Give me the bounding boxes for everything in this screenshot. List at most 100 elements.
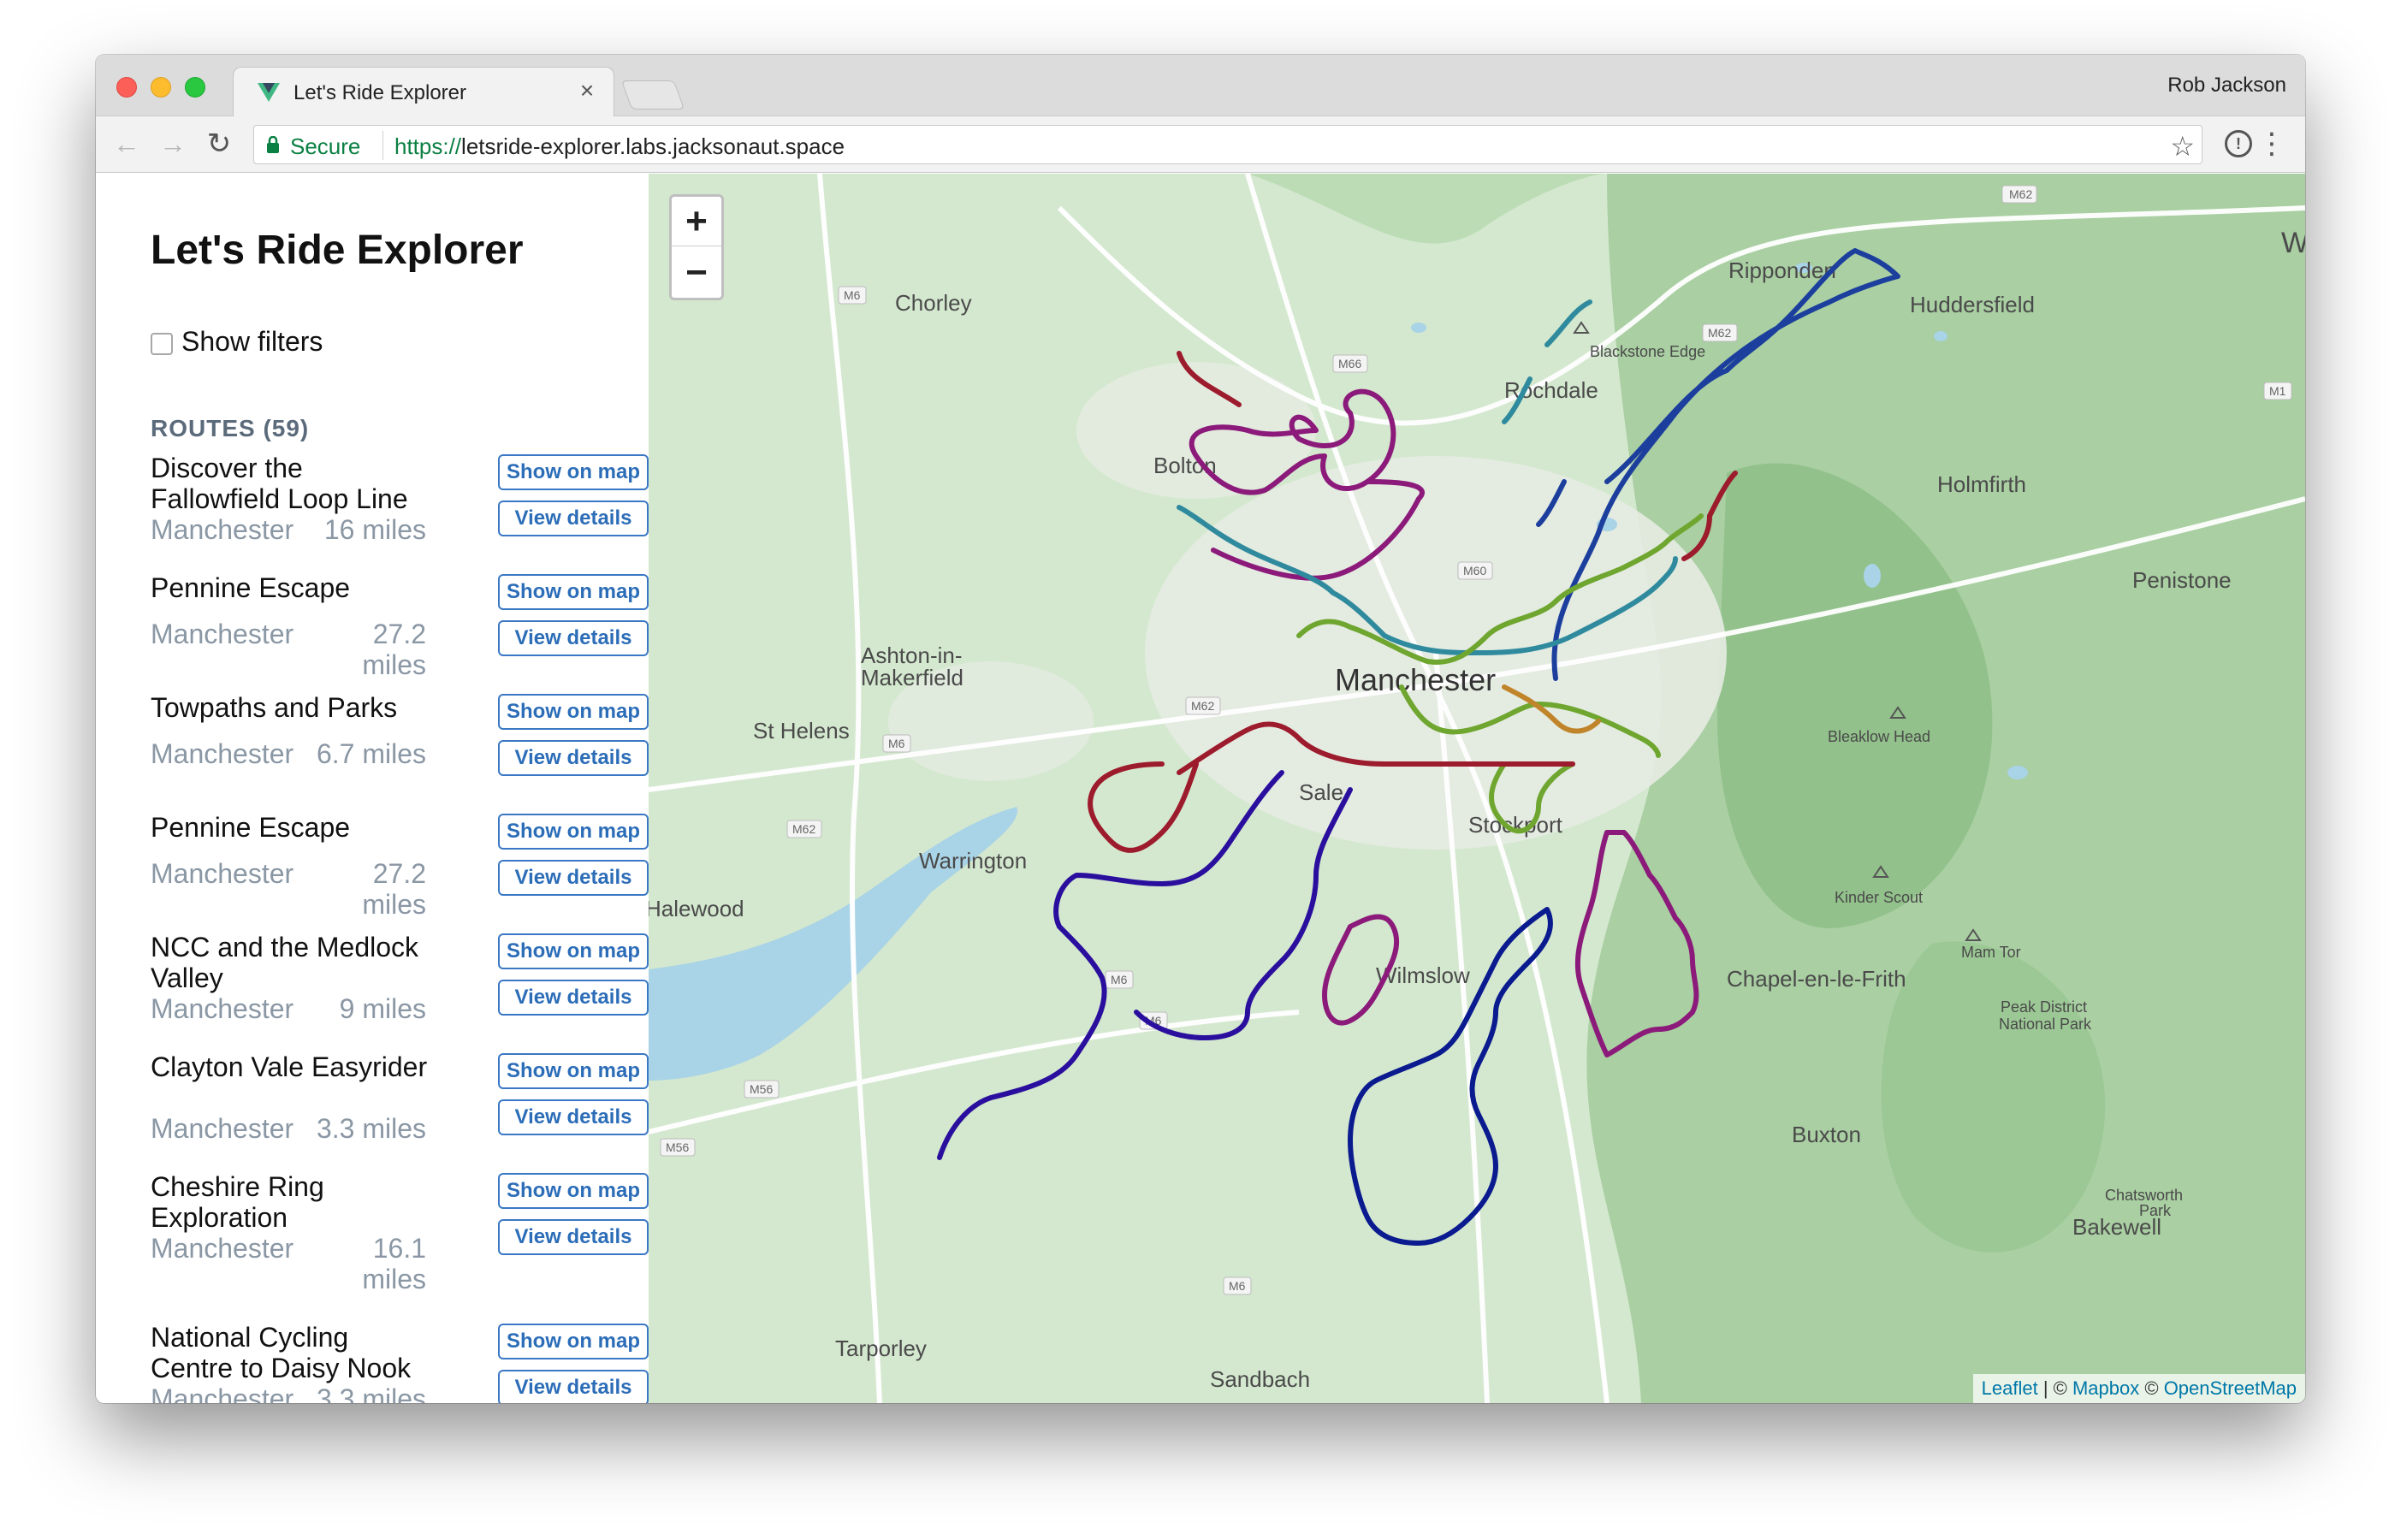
route-city: Manchester	[151, 738, 294, 769]
browser-tab[interactable]: Let's Ride Explorer ×	[233, 67, 614, 118]
route-distance: 27.2 miles	[362, 858, 426, 920]
route-item: Pennine Escape Manchester 27.2 miles Sho…	[151, 572, 649, 680]
road-shield: M62	[786, 820, 822, 838]
svg-text:M62: M62	[2009, 187, 2032, 201]
road-shield: M56	[660, 1138, 696, 1157]
view-details-button[interactable]: View details	[498, 620, 649, 656]
show-on-map-button[interactable]: Show on map	[498, 1173, 649, 1209]
svg-text:M6: M6	[888, 737, 905, 750]
place-label: Blackstone Edge	[1590, 343, 1705, 360]
route-item: Pennine Escape Manchester 27.2 miles Sho…	[151, 812, 649, 920]
show-filters-label: Show filters	[181, 326, 323, 357]
route-name: National Cycling Centre to Daisy Nook	[151, 1322, 412, 1383]
lock-icon	[267, 136, 279, 153]
show-filters-checkbox[interactable]	[151, 333, 173, 355]
window-close-button[interactable]	[116, 77, 137, 98]
road-shield: M6	[1223, 1276, 1252, 1295]
route-distance: 16 miles	[323, 514, 426, 545]
svg-text:M56: M56	[750, 1082, 773, 1096]
road-shield: M60	[1457, 561, 1493, 580]
show-on-map-button[interactable]: Show on map	[498, 814, 649, 850]
view-details-button[interactable]: View details	[498, 1370, 649, 1403]
route-item: NCC and the Medlock Valley Manchester 9 …	[151, 932, 649, 1040]
road-shield: M66	[1332, 354, 1368, 373]
sidebar: Let's Ride Explorer Show filters ROUTES …	[96, 174, 649, 1403]
new-tab-button[interactable]	[620, 80, 685, 110]
leaflet-link[interactable]: Leaflet	[1982, 1377, 2038, 1399]
route-city: Manchester	[151, 619, 294, 649]
tab-close-icon[interactable]: ×	[574, 78, 600, 104]
show-on-map-button[interactable]: Show on map	[498, 574, 649, 610]
back-arrow-icon[interactable]: ←	[110, 127, 144, 161]
route-item: National Cycling Centre to Daisy Nook Ma…	[151, 1322, 649, 1403]
route-item: Cheshire Ring Exploration Manchester 16.…	[151, 1171, 649, 1308]
window-maximize-button[interactable]	[185, 77, 205, 98]
place-label: Manchester	[1335, 662, 1496, 697]
view-details-button[interactable]: View details	[498, 1099, 649, 1135]
openstreetmap-link[interactable]: OpenStreetMap	[2164, 1377, 2297, 1399]
url-host: letsride-explorer.labs.jacksonaut.space	[461, 133, 845, 159]
show-on-map-button[interactable]: Show on map	[498, 454, 649, 490]
route-name: Discover the Fallowfield Loop Line	[151, 453, 408, 514]
reload-icon[interactable]: ↻	[202, 127, 236, 161]
svg-text:M62: M62	[792, 822, 815, 836]
svg-text:M6: M6	[844, 288, 861, 302]
url-text[interactable]: https://letsride-explorer.labs.jacksonau…	[394, 133, 845, 160]
view-details-button[interactable]: View details	[498, 500, 649, 536]
svg-text:M62: M62	[1708, 326, 1731, 340]
secure-label: Secure	[290, 133, 361, 159]
place-label: Wa	[2281, 227, 2305, 259]
place-label: Tarporley	[835, 1336, 927, 1361]
svg-text:M62: M62	[1191, 699, 1214, 713]
address-bar[interactable]: Secure https://letsride-explorer.labs.ja…	[253, 125, 2202, 164]
bookmark-star-icon[interactable]: ☆	[2170, 130, 2195, 163]
show-on-map-button[interactable]: Show on map	[498, 1053, 649, 1089]
place-label: Chorley	[895, 290, 972, 316]
url-divider	[382, 131, 383, 160]
show-on-map-button[interactable]: Show on map	[498, 1324, 649, 1359]
page-title: Let's Ride Explorer	[151, 228, 524, 273]
place-label: Sale	[1299, 779, 1343, 805]
route-city: Manchester	[151, 858, 294, 889]
kebab-menu-icon[interactable]: ⋮	[2257, 127, 2286, 161]
map-canvas[interactable]: Chorley Ripponden Huddersfield Blackston…	[649, 174, 2305, 1403]
vue-logo-icon	[258, 83, 280, 102]
route-name: NCC and the Medlock Valley	[151, 932, 419, 993]
place-label: Halewood	[649, 896, 744, 921]
route-distance: 27.2 miles	[362, 619, 426, 680]
forward-arrow-icon[interactable]: →	[156, 127, 190, 161]
zoom-in-button[interactable]: +	[672, 197, 721, 246]
place-label: Stockport	[1468, 812, 1563, 838]
extension-icon[interactable]: !	[2225, 130, 2252, 157]
zoom-out-button[interactable]: −	[672, 248, 721, 298]
url-scheme: https://	[394, 133, 462, 159]
road-shield: M62	[2001, 185, 2037, 204]
place-label: Bolton	[1153, 453, 1217, 478]
svg-text:M1: M1	[2269, 384, 2286, 398]
zoom-control: + −	[669, 194, 724, 300]
mapbox-link[interactable]: Mapbox	[2072, 1377, 2139, 1399]
place-label: National Park	[1999, 1016, 2092, 1033]
place-label: Chapel-en-le-Frith	[1727, 966, 1906, 992]
place-label: Chatsworth	[2105, 1187, 2183, 1204]
view-details-button[interactable]: View details	[498, 1219, 649, 1255]
view-details-button[interactable]: View details	[498, 860, 649, 896]
route-city: Manchester	[151, 1233, 294, 1264]
attribution-separator: ©	[2139, 1377, 2164, 1399]
road-shield: M62	[1702, 323, 1738, 342]
place-label: Bleaklow Head	[1828, 728, 1930, 745]
show-on-map-button[interactable]: Show on map	[498, 694, 649, 730]
route-item: Towpaths and Parks Manchester 6.7 miles …	[151, 692, 649, 800]
road-shield: M6	[1105, 970, 1134, 989]
view-details-button[interactable]: View details	[498, 980, 649, 1016]
title-bar: Let's Ride Explorer × Rob Jackson	[96, 55, 2305, 118]
map-view[interactable]: Chorley Ripponden Huddersfield Blackston…	[649, 174, 2305, 1403]
browser-window: Let's Ride Explorer × Rob Jackson ← → ↻ …	[96, 55, 2305, 1403]
window-minimize-button[interactable]	[151, 77, 171, 98]
place-label: St Helens	[753, 718, 850, 743]
view-details-button[interactable]: View details	[498, 740, 649, 776]
profile-name[interactable]: Rob Jackson	[2167, 74, 2286, 98]
show-on-map-button[interactable]: Show on map	[498, 933, 649, 969]
route-item: Discover the Fallowfield Loop Line Manch…	[151, 453, 649, 560]
svg-text:M60: M60	[1463, 564, 1486, 578]
